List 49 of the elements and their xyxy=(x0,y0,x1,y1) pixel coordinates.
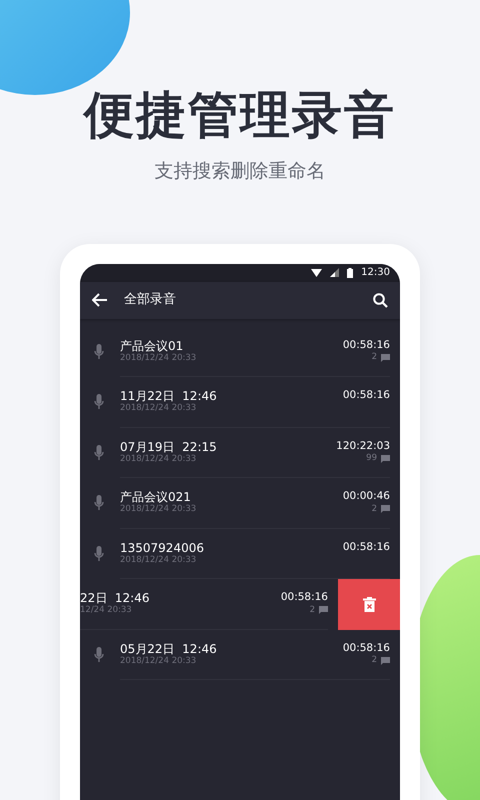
search-icon[interactable] xyxy=(373,292,388,308)
microphone-icon xyxy=(94,546,104,562)
recording-row[interactable]: 11月22日 12:46 2018/12/24 20:33 00:58:16 xyxy=(80,377,400,428)
microphone-icon xyxy=(94,444,104,461)
recording-duration: 00:00:46 xyxy=(342,490,390,503)
battery-icon xyxy=(347,268,354,278)
recording-row[interactable]: 07月19日 22:15 2018/12/24 20:33 120:22:03 99 xyxy=(80,428,400,478)
recording-row[interactable]: 产品会议021 2018/12/24 20:33 00:00:46 2 xyxy=(80,478,400,528)
status-time: 12:30 xyxy=(361,266,390,280)
recording-date: 2018/12/24 20:33 xyxy=(120,554,198,566)
microphone-icon xyxy=(94,646,104,663)
mark-count: 2 xyxy=(372,351,377,364)
recording-duration: 00:58:16 xyxy=(342,389,390,402)
recording-date: 2018/12/24 20:33 xyxy=(120,656,198,667)
microphone-icon xyxy=(94,344,104,360)
mark-count: 2 xyxy=(372,502,377,516)
recording-date: 12/24 20:33 xyxy=(80,605,133,616)
back-arrow-icon[interactable] xyxy=(92,293,108,307)
recording-date: 2018/12/24 20:33 xyxy=(120,454,198,465)
recording-row[interactable]: 22日 12:46 12/24 20:33 00:58:16 2 xyxy=(80,579,338,630)
recording-title: 产品会议021 xyxy=(120,490,192,504)
recording-title: 22日 12:46 xyxy=(80,591,150,606)
signal-icon xyxy=(330,268,340,277)
toolbar-title: 全部录音 xyxy=(124,291,177,310)
delete-button[interactable] xyxy=(338,579,400,630)
microphone-icon xyxy=(94,495,104,512)
headline: 便捷管理录音 xyxy=(82,88,397,143)
recording-date: 2018/12/24 20:33 xyxy=(120,352,198,364)
recording-title: 产品会议01 xyxy=(120,338,184,353)
recording-duration: 00:58:16 xyxy=(342,642,390,654)
recording-title: 11月22日 12:46 xyxy=(120,389,218,404)
recording-duration: 00:58:16 xyxy=(280,591,328,604)
recording-row[interactable]: 05月22日 12:46 2018/12/24 20:33 00:58:16 2 xyxy=(80,630,400,680)
recording-date: 2018/12/24 20:33 xyxy=(120,403,198,414)
mark-count: 2 xyxy=(372,654,377,667)
mark-count: 2 xyxy=(310,604,315,616)
trash-icon xyxy=(362,596,376,612)
subtitle: 支持搜索删除重命名 xyxy=(154,159,326,184)
recording-title: 05月22日 12:46 xyxy=(120,642,218,656)
recording-duration: 120:22:03 xyxy=(336,440,390,452)
recording-row[interactable]: 产品会议01 2018/12/24 20:33 00:58:16 2 xyxy=(80,326,400,377)
recording-duration: 00:58:16 xyxy=(342,338,390,352)
mark-count: 99 xyxy=(366,452,377,465)
recording-title: 07月19日 22:15 xyxy=(120,440,218,454)
recording-date: 2018/12/24 20:33 xyxy=(120,504,198,516)
wifi-icon xyxy=(311,268,322,276)
recording-title: 13507924006 xyxy=(120,540,205,555)
recording-duration: 00:58:16 xyxy=(342,540,390,554)
microphone-icon xyxy=(94,394,104,410)
